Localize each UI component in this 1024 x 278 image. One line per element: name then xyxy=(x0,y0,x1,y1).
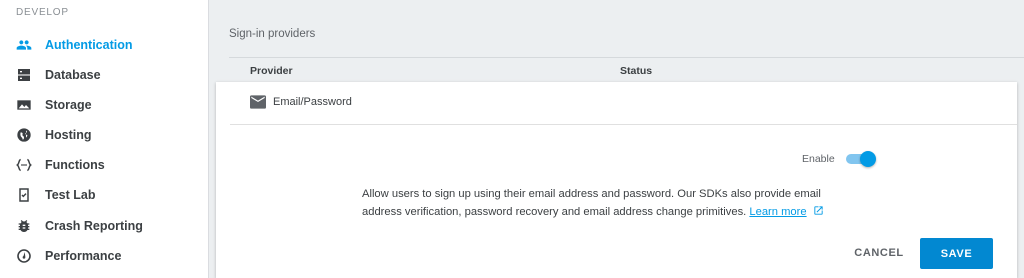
enable-toggle[interactable] xyxy=(845,151,877,167)
section-title: Sign-in providers xyxy=(229,28,316,40)
sidebar-item-functions[interactable]: Functions xyxy=(0,150,208,180)
cancel-button[interactable]: CANCEL xyxy=(842,238,916,268)
table-header: Provider Status xyxy=(229,57,1024,83)
bug-icon xyxy=(16,218,32,234)
sidebar: DEVELOP Authentication Database Storage … xyxy=(0,0,209,278)
divider xyxy=(230,124,1017,125)
image-icon xyxy=(16,97,32,113)
provider-name: Email/Password xyxy=(273,96,352,108)
database-icon xyxy=(16,67,32,83)
sidebar-item-label: Test Lab xyxy=(45,188,96,202)
sidebar-item-label: Performance xyxy=(45,249,122,263)
section-label-develop: DEVELOP xyxy=(16,7,69,18)
sidebar-item-authentication[interactable]: Authentication xyxy=(0,30,208,60)
sidebar-item-performance[interactable]: Performance xyxy=(0,241,208,271)
sidebar-item-label: Crash Reporting xyxy=(45,219,143,233)
provider-config-card: Email/Password Enable Allow users to sig… xyxy=(216,82,1017,278)
save-button[interactable]: SAVE xyxy=(920,238,993,269)
sidebar-item-test-lab[interactable]: Test Lab xyxy=(0,180,208,210)
column-header-status: Status xyxy=(620,65,653,77)
test-lab-icon xyxy=(16,187,32,203)
main-content: Sign-in providers Provider Status Email/… xyxy=(209,0,1024,278)
sidebar-item-label: Authentication xyxy=(45,38,133,52)
column-header-provider: Provider xyxy=(250,65,293,77)
toggle-knob xyxy=(860,151,876,167)
globe-icon xyxy=(16,127,32,143)
sidebar-item-label: Database xyxy=(45,68,101,82)
external-link-icon[interactable] xyxy=(813,204,824,215)
sidebar-item-label: Hosting xyxy=(45,128,92,142)
sidebar-item-database[interactable]: Database xyxy=(0,60,208,90)
enable-label: Enable xyxy=(802,153,835,165)
speedometer-icon xyxy=(16,248,32,264)
sidebar-item-storage[interactable]: Storage xyxy=(0,90,208,120)
provider-description: Allow users to sign up using their email… xyxy=(362,185,862,221)
functions-icon xyxy=(16,157,32,173)
email-icon xyxy=(250,95,266,109)
learn-more-link[interactable]: Learn more xyxy=(749,206,806,218)
sidebar-item-hosting[interactable]: Hosting xyxy=(0,120,208,150)
sidebar-item-label: Storage xyxy=(45,98,92,112)
provider-row[interactable]: Email/Password xyxy=(216,82,1017,124)
sidebar-item-label: Functions xyxy=(45,158,105,172)
people-icon xyxy=(16,37,32,53)
sidebar-item-crash-reporting[interactable]: Crash Reporting xyxy=(0,211,208,241)
